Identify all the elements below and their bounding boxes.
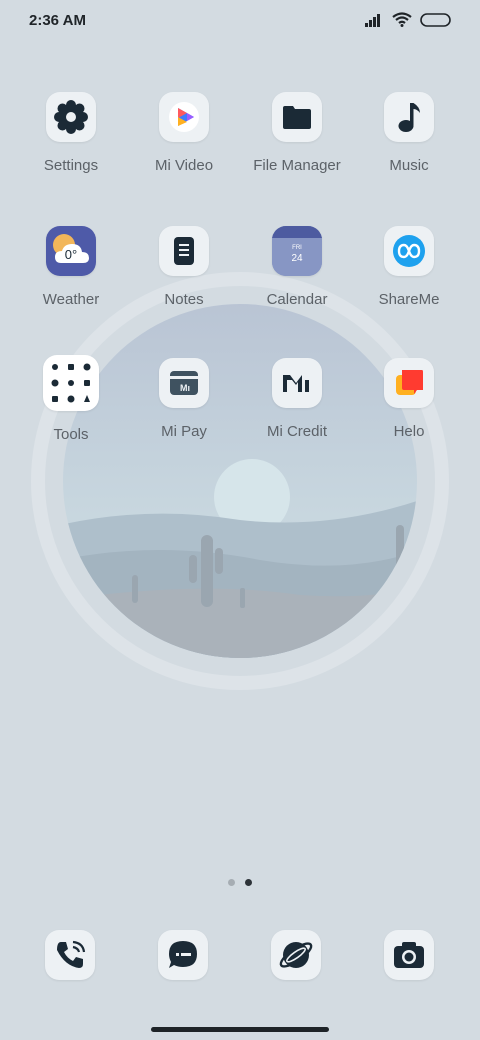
dock-browser[interactable]	[271, 930, 321, 980]
messages-icon	[169, 941, 197, 968]
app-settings[interactable]: Settings	[15, 92, 127, 174]
mi-credit-icon	[272, 358, 322, 408]
status-bar: 2:36 AM	[0, 0, 480, 44]
weather-icon: 0°	[46, 226, 96, 276]
app-file-manager[interactable]: File Manager	[241, 92, 353, 174]
app-mi-credit[interactable]: Mi Credit	[241, 358, 353, 440]
folder-icon	[272, 92, 322, 142]
shareme-icon	[384, 226, 434, 276]
app-label: File Manager	[253, 157, 341, 174]
tools-folder-icon	[43, 355, 99, 411]
app-helo[interactable]: Helo	[353, 358, 465, 440]
camera-icon	[394, 942, 424, 968]
app-label: Weather	[42, 291, 100, 308]
app-label: Mi Pay	[161, 423, 207, 440]
app-tools-folder[interactable]: Tools	[15, 355, 127, 443]
app-shareme[interactable]: ShareMe	[353, 226, 465, 308]
browser-icon	[279, 942, 313, 968]
app-label: Mi Credit	[266, 423, 327, 440]
settings-icon	[46, 92, 96, 142]
page-indicator	[228, 879, 252, 886]
home-gesture-bar[interactable]	[151, 1027, 329, 1032]
helo-icon	[384, 358, 434, 408]
app-label: Mi Video	[154, 157, 214, 174]
calendar-day: 24	[291, 253, 303, 264]
page-dot-1[interactable]	[228, 879, 235, 886]
weather-temperature: 0°	[65, 247, 77, 262]
app-music[interactable]: Music	[353, 92, 465, 174]
music-note-icon	[384, 92, 434, 142]
dock-phone[interactable]	[45, 930, 95, 980]
dock-camera[interactable]	[384, 930, 434, 980]
battery-icon	[420, 12, 451, 27]
status-icons	[364, 12, 452, 27]
calendar-icon: FRI 24	[272, 226, 322, 276]
app-label: Tools	[53, 426, 89, 443]
svg-text:Mı: Mı	[180, 383, 190, 393]
calendar-weekday: FRI	[292, 245, 302, 251]
app-label: Notes	[164, 291, 204, 308]
phone-icon	[57, 940, 86, 968]
app-label: ShareMe	[378, 291, 440, 308]
mi-pay-icon: Mı	[159, 358, 209, 408]
app-label: Helo	[393, 423, 425, 440]
mi-video-icon	[159, 92, 209, 142]
app-notes[interactable]: Notes	[128, 226, 240, 308]
app-label: Settings	[43, 157, 99, 174]
app-weather[interactable]: 0° Weather	[15, 226, 127, 308]
wifi-icon	[392, 12, 412, 27]
app-label: Calendar	[266, 291, 328, 308]
page-dot-2-active[interactable]	[245, 879, 252, 886]
signal-icon	[365, 13, 380, 27]
notes-icon	[159, 226, 209, 276]
app-mi-video[interactable]: Mi Video	[128, 92, 240, 174]
dock-messages[interactable]	[158, 930, 208, 980]
app-mi-pay[interactable]: Mı Mi Pay	[128, 358, 240, 440]
app-calendar[interactable]: FRI 24 Calendar	[241, 226, 353, 308]
app-label: Music	[389, 157, 429, 174]
status-time: 2:36 AM	[29, 12, 86, 29]
